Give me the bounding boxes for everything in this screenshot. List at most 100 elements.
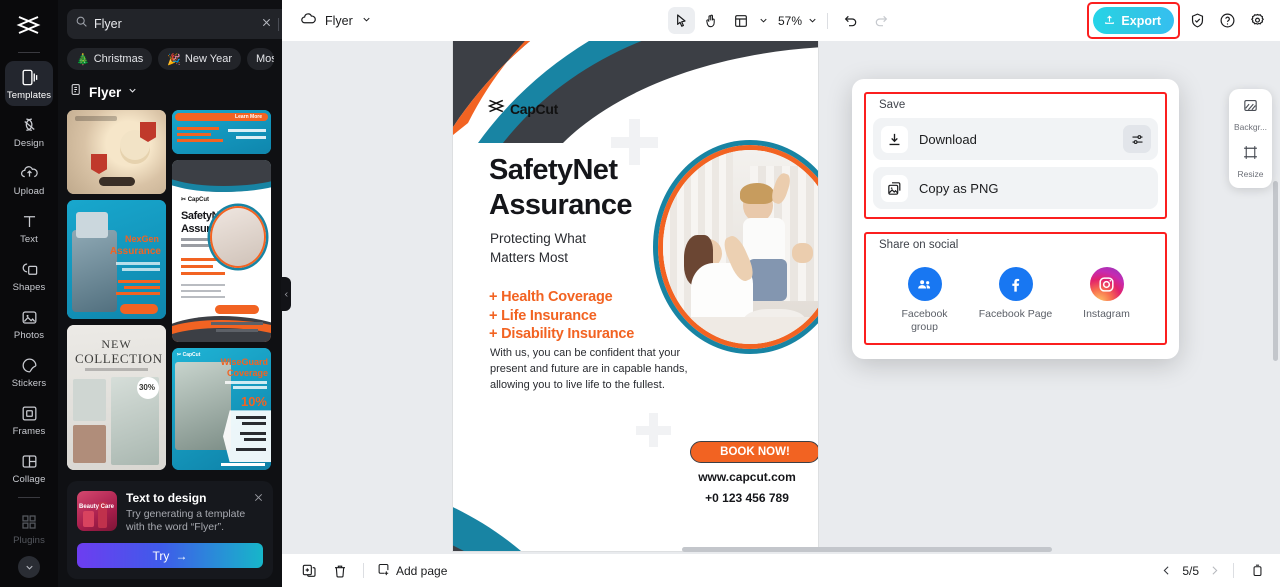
chip-new-year[interactable]: 🎉 New Year <box>158 48 242 70</box>
text-to-design-card: Beauty Care Text to design Try generatin… <box>67 481 273 579</box>
sidebar-item-design[interactable]: Design <box>5 109 53 154</box>
vertical-scrollbar[interactable] <box>1273 181 1278 361</box>
search-input[interactable] <box>67 9 282 39</box>
sidebar-item-label: Stickers <box>11 378 47 389</box>
template-thumbnail[interactable]: Learn More <box>172 110 271 154</box>
main-area: Flyer 57% Export CapCut SafetyNet Assura… <box>282 0 1280 587</box>
flyer-body-text: With us, you can be confident that your … <box>490 347 688 391</box>
text-icon <box>19 211 39 231</box>
sidebar-item-label: Photos <box>13 330 45 341</box>
save-section: Save Download Copy as PNG <box>864 92 1167 219</box>
resize-tool[interactable]: Resize <box>1238 144 1263 179</box>
flyer-headline: SafetyNet Assurance <box>489 153 633 223</box>
sidebar-item-photos[interactable]: Photos <box>5 301 53 346</box>
category-header[interactable]: Flyer <box>67 83 274 101</box>
resize-icon <box>1242 144 1259 166</box>
text-to-design-content: Beauty Care Text to design Try generatin… <box>77 491 263 534</box>
templates-panel: 🎄 Christmas 🎉 New Year Most Flyer <box>58 0 282 587</box>
layout-icon[interactable] <box>728 7 755 34</box>
canvas-area[interactable]: CapCut SafetyNet Assurance Protecting Wh… <box>282 41 1280 554</box>
sidebar-item-plugins[interactable]: Plugins <box>5 506 53 551</box>
template-thumbnail[interactable]: NEW COLLECTION 30% <box>67 324 166 470</box>
flyer-brand-label: CapCut <box>510 100 558 117</box>
facebook-group-icon <box>907 267 942 301</box>
flyer-subhead-line2: Matters Most <box>490 250 569 265</box>
prev-page-icon[interactable] <box>1160 564 1173 577</box>
document-name[interactable]: Flyer <box>300 10 372 32</box>
divider <box>363 563 364 578</box>
layout-chevron-down-icon[interactable] <box>758 15 769 26</box>
flyer-headline-line2: Assurance <box>489 189 633 221</box>
horizontal-scrollbar[interactable] <box>682 547 1052 552</box>
redo-icon <box>867 7 894 34</box>
chip-label: New Year <box>184 53 233 65</box>
design-icon <box>19 115 39 135</box>
template-thumbnail[interactable]: NexGen Assurance <box>67 200 166 319</box>
sidebar-item-templates[interactable]: Templates <box>5 61 53 106</box>
download-row[interactable]: Download <box>873 118 1158 160</box>
capcut-editor: Templates Design Upload Text Shapes Phot… <box>0 0 1280 587</box>
photos-icon <box>19 307 39 327</box>
gear-icon[interactable] <box>1244 8 1270 34</box>
sidebar-item-label: Frames <box>12 426 46 437</box>
template-thumbnail[interactable] <box>67 110 166 195</box>
search-icon <box>75 15 88 33</box>
copy-as-png-row[interactable]: Copy as PNG <box>873 167 1158 209</box>
background-tool-label: Backgr... <box>1233 122 1268 132</box>
shield-icon[interactable] <box>1184 8 1210 34</box>
bottom-decoration <box>453 507 521 551</box>
template-thumbnail[interactable]: ✂ CapCut SafetyNet Assurance <box>172 159 271 343</box>
export-highlight-box <box>1087 2 1180 39</box>
template-thumbnail[interactable]: ✂ CapCut WiseGuard Coverage 10% <box>172 348 271 470</box>
chevron-down-icon[interactable] <box>361 12 372 30</box>
plugins-icon <box>19 512 39 532</box>
hand-pan-icon[interactable] <box>698 7 725 34</box>
text-to-design-description: Try generating a template with the word … <box>126 508 246 533</box>
chevron-down-icon[interactable] <box>18 556 40 578</box>
collapse-panel-handle[interactable] <box>281 277 291 311</box>
capcut-logo-icon[interactable] <box>14 10 44 40</box>
sidebar-item-stickers[interactable]: Stickers <box>5 349 53 394</box>
undo-icon[interactable] <box>837 7 864 34</box>
cursor-select-icon[interactable] <box>667 7 695 34</box>
search-field[interactable] <box>94 17 255 31</box>
duplicate-page-icon[interactable] <box>298 560 320 582</box>
sidebar-item-collage[interactable]: Collage <box>5 445 53 490</box>
flyer-page[interactable]: CapCut SafetyNet Assurance Protecting Wh… <box>453 41 818 551</box>
text-to-design-thumbnail: Beauty Care <box>77 491 117 531</box>
sliders-icon[interactable] <box>1123 125 1151 153</box>
add-page-button[interactable]: Add page <box>376 562 447 580</box>
category-icon <box>70 83 83 101</box>
next-page-icon[interactable] <box>1208 564 1221 577</box>
share-facebook-group-label: Facebook group <box>901 308 948 333</box>
pages-panel-icon[interactable] <box>1246 560 1268 582</box>
add-page-label: Add page <box>396 563 448 578</box>
try-button[interactable]: Try → <box>77 543 263 568</box>
export-dropdown: Save Download Copy as PNG Share on socia… <box>852 79 1179 359</box>
chip-most[interactable]: Most <box>247 48 274 70</box>
close-icon[interactable] <box>261 15 272 33</box>
sidebar-item-upload[interactable]: Upload <box>5 157 53 202</box>
zoom-chevron-down-icon[interactable] <box>807 15 818 26</box>
document-title: Flyer <box>325 13 353 28</box>
upload-icon <box>19 163 39 183</box>
sidebar-item-frames[interactable]: Frames <box>5 397 53 442</box>
background-tool[interactable]: Backgr... <box>1234 97 1267 132</box>
capcut-logo-icon <box>487 99 506 118</box>
flyer-photo[interactable] <box>658 145 818 349</box>
share-instagram[interactable]: Instagram <box>1070 267 1144 334</box>
sidebar-item-shapes[interactable]: Shapes <box>5 253 53 298</box>
chevron-down-icon[interactable] <box>127 83 138 101</box>
help-circle-icon[interactable] <box>1214 8 1240 34</box>
sidebar-item-text[interactable]: Text <box>5 205 53 250</box>
divider <box>1233 563 1234 578</box>
sidebar-item-label: Templates <box>6 90 52 101</box>
close-icon[interactable] <box>253 490 264 508</box>
share-facebook-page[interactable]: Facebook Page <box>979 267 1053 334</box>
trash-icon[interactable] <box>329 560 351 582</box>
sidebar-item-label: Collage <box>12 474 46 485</box>
text-to-design-title: Text to design <box>126 491 207 505</box>
chip-christmas[interactable]: 🎄 Christmas <box>67 48 153 70</box>
share-facebook-group[interactable]: Facebook group <box>888 267 962 334</box>
copy-image-icon <box>881 174 908 202</box>
